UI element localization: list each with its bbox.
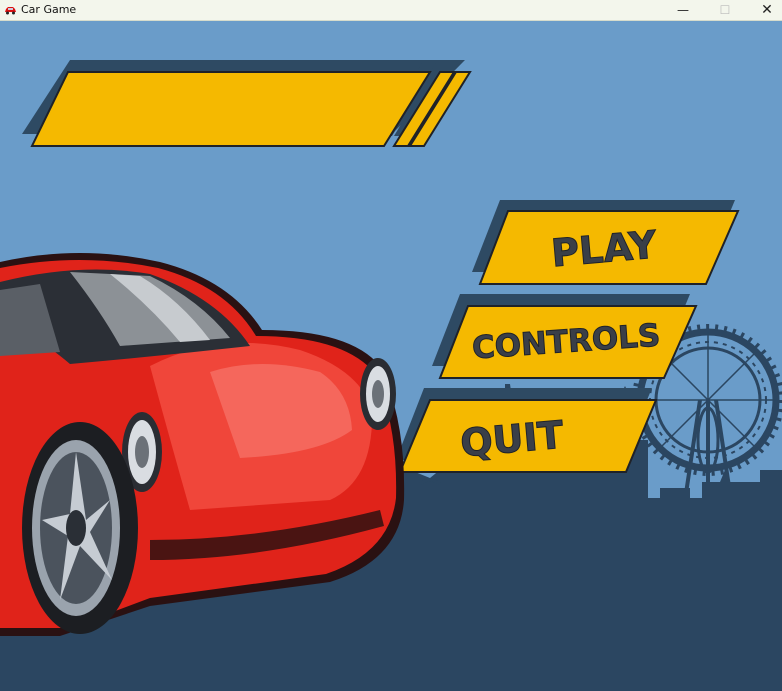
- window-title: Car Game: [21, 3, 77, 16]
- title-banner: [22, 60, 472, 147]
- maximize-icon[interactable]: ☐: [704, 0, 746, 20]
- close-icon[interactable]: ✕: [746, 0, 782, 20]
- ground: [0, 636, 782, 691]
- quit-button[interactable]: QUIT: [396, 388, 658, 473]
- play-button[interactable]: PLAY: [472, 200, 740, 285]
- minimize-icon[interactable]: —: [662, 0, 704, 20]
- red-car-icon: [5, 7, 16, 15]
- play-label: PLAY: [550, 222, 659, 275]
- window-titlebar: Car Game — ☐ ✕: [0, 0, 782, 21]
- controls-button[interactable]: CONTROLS: [432, 294, 698, 379]
- game-canvas: PLAY CONTROLS QUIT: [0, 21, 782, 691]
- quit-label: QUIT: [459, 413, 566, 466]
